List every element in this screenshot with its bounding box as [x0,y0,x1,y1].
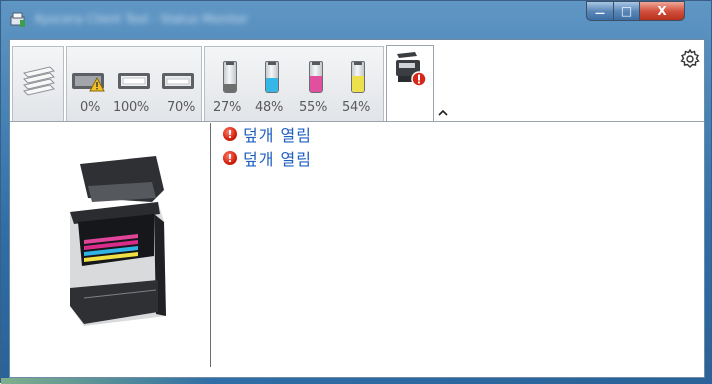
tab-paper-stack[interactable] [12,46,64,122]
toner-black-icon [223,61,237,93]
maximize-icon: □ [620,4,633,18]
status-message-text: 덮개 열림 [243,126,312,145]
maximize-button[interactable]: □ [613,1,640,21]
gear-icon[interactable] [679,48,701,70]
toner-yellow-level: 54% [342,100,370,115]
close-icon: X [657,4,667,18]
status-monitor-window: Kyocera Client Tool - Status Monitor — □… [0,0,712,384]
tab-separator [10,121,704,122]
toner-magenta-icon [309,61,323,93]
status-message[interactable]: ! 덮개 열림 [223,148,312,169]
app-printer-icon [10,12,25,27]
window-title: Kyocera Client Tool - Status Monitor [35,12,249,26]
tab-toner[interactable]: 27% 48% 55% 54% [204,46,384,122]
error-icon: ! [223,127,237,141]
toner-black-level: 27% [213,100,241,115]
tab-paper-trays[interactable]: 0% 100% 70% [66,46,202,122]
tray1-level: 0% [80,100,101,115]
printer-panel [10,123,210,377]
minimize-icon: — [595,7,605,19]
paper-tray-icon [162,73,194,89]
printer-error-icon [396,52,427,87]
client-area: 0% 100% 70% 27% 48% 55% 54% ! 덮개 열림 ! 덮개… [9,39,705,378]
toner-magenta-level: 55% [299,100,327,115]
tab-strip: 0% 100% 70% 27% 48% 55% 54% [10,40,704,122]
tray2-level: 100% [113,100,149,115]
status-message-text: 덮개 열림 [243,150,312,169]
warning-icon [89,77,105,92]
status-message[interactable]: ! 덮개 열림 [223,124,312,145]
tray3-level: 70% [167,100,195,115]
window-bottom-edge [1,378,712,384]
title-bar[interactable]: Kyocera Client Tool - Status Monitor — □… [1,1,711,39]
error-icon: ! [223,151,237,165]
toner-cyan-icon [265,61,279,93]
close-button[interactable]: X [639,1,685,21]
toner-cyan-level: 48% [255,100,283,115]
chevron-up-icon[interactable] [438,109,448,117]
tab-device-status[interactable] [386,45,434,122]
paper-tray-icon [118,73,150,89]
minimize-button[interactable]: — [586,1,614,21]
toner-yellow-icon [351,61,365,93]
printer-open-cover-icon [70,156,166,326]
paper-stack-icon [23,66,55,96]
panel-divider [210,123,211,367]
